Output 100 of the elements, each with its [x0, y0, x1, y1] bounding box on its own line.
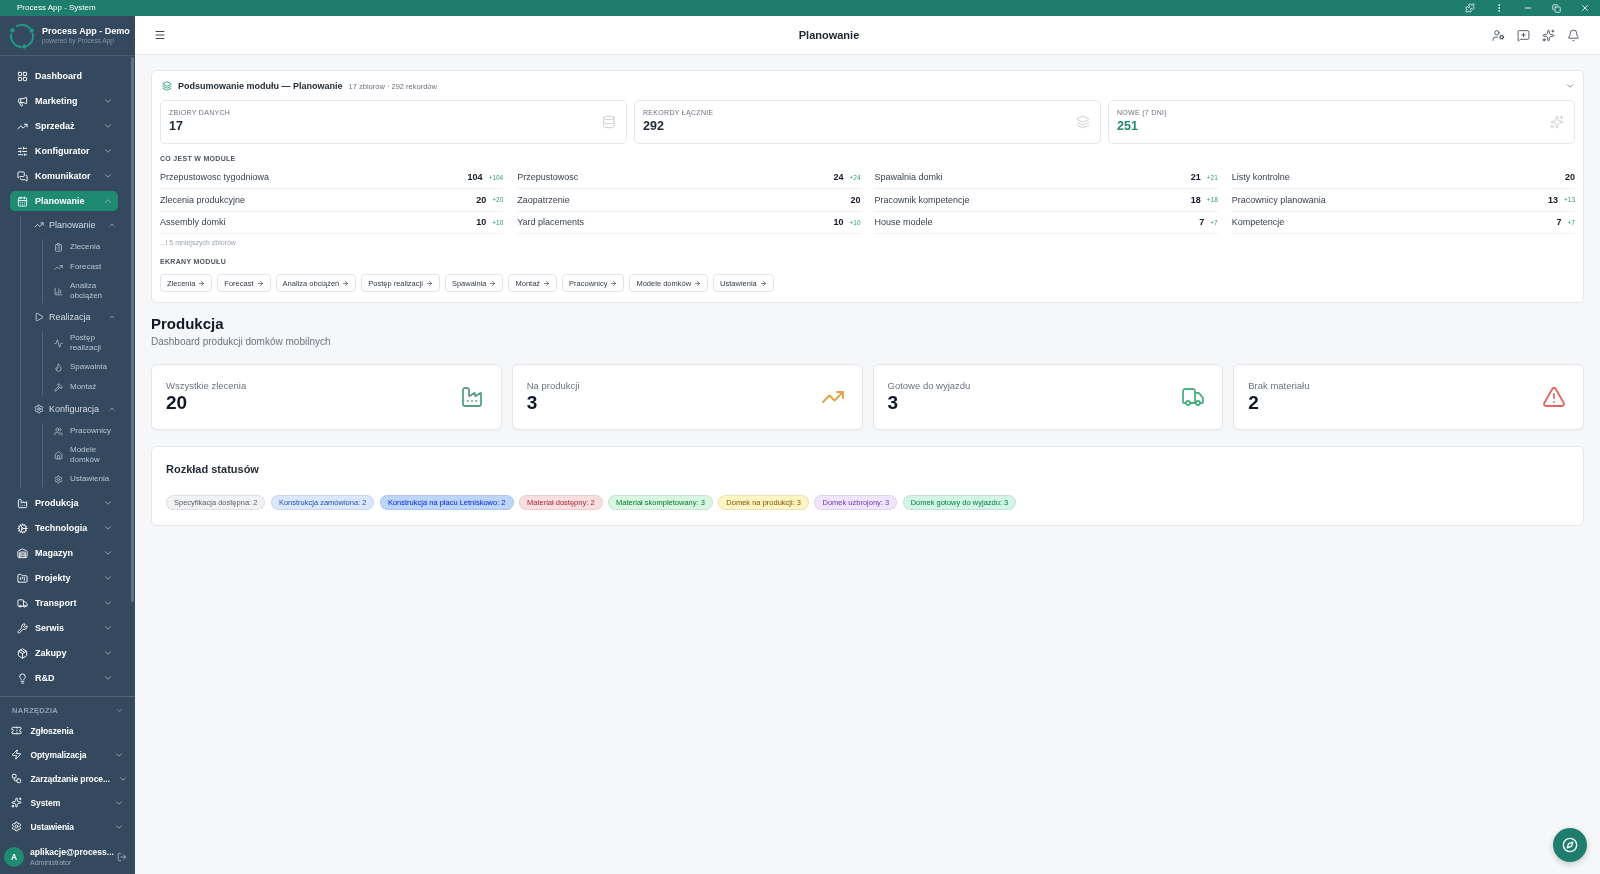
play-icon	[34, 312, 44, 322]
nav-item[interactable]: System	[8, 793, 126, 812]
dataset-name: Przepustowosc tygodniowa	[160, 172, 271, 183]
nav-item[interactable]: Spawalnia	[43, 359, 118, 375]
logout-icon[interactable]	[117, 852, 127, 862]
settings-icon	[54, 474, 63, 484]
nav-item[interactable]: Zarządzanie proce...	[8, 769, 126, 788]
nav-item[interactable]: R&D	[10, 668, 118, 688]
arrow-right-icon	[543, 279, 551, 287]
dataset-name: Zlecenia produkcyjne	[160, 194, 247, 205]
settings-icon	[34, 404, 44, 414]
factory-icon	[17, 497, 28, 509]
chevron-down-icon[interactable]	[103, 146, 113, 156]
kpi-label: Brak materiału	[1248, 380, 1311, 392]
dataset-name: Yard placements	[517, 217, 586, 228]
chevron-down-icon[interactable]	[103, 598, 113, 608]
kpi-label: Wszystkie zlecenia	[166, 380, 248, 392]
floating-action-button[interactable]	[1553, 828, 1587, 862]
sparkles-icon	[1550, 115, 1564, 129]
puzzle-icon[interactable]	[1465, 3, 1475, 13]
dataset-count: 104	[467, 172, 483, 183]
nav-item[interactable]: Technologia	[10, 518, 118, 538]
trend-up-icon	[54, 262, 63, 272]
dataset-count: 10	[476, 217, 487, 228]
bar-chart-icon	[54, 286, 63, 296]
chevron-down-icon[interactable]	[103, 548, 113, 558]
nav-item[interactable]: Zgłoszenia	[8, 721, 126, 740]
chevron-up-icon[interactable]	[108, 405, 116, 413]
nav-item[interactable]: Postęp realizacji	[43, 331, 118, 355]
nav-item[interactable]: Konfiguracja	[21, 400, 118, 418]
chevron-up-icon[interactable]	[103, 196, 113, 206]
chevron-down-icon[interactable]	[103, 498, 113, 508]
chevron-up-icon[interactable]	[108, 221, 116, 229]
chevron-up-icon[interactable]	[108, 313, 116, 321]
nav-item[interactable]: Marketing	[10, 91, 118, 111]
dataset-count: 10	[833, 217, 844, 228]
chevron-down-icon[interactable]	[103, 648, 113, 658]
chevron-down-icon[interactable]	[1565, 81, 1575, 91]
layers-icon	[162, 81, 172, 91]
nav-item[interactable]: Konfigurator	[10, 141, 118, 161]
kpi-value: 2	[1248, 392, 1260, 414]
nav-item[interactable]: Ustawienia	[8, 817, 126, 836]
nav-item[interactable]: Produkcja	[10, 493, 118, 513]
restore-icon[interactable]	[1552, 3, 1561, 13]
nav-item[interactable]: Optymalizacja	[8, 745, 126, 764]
stat-value: 292	[643, 119, 665, 134]
nav-item[interactable]: Zakupy	[10, 643, 118, 663]
nav-item[interactable]: Magazyn	[10, 543, 118, 563]
stat-value: 17	[169, 119, 184, 134]
dataset-name: Przepustowosc	[517, 172, 580, 183]
dataset-count: 20	[850, 194, 861, 205]
nav-item[interactable]: Montaż	[43, 379, 118, 395]
truck-icon	[17, 597, 28, 609]
nav-item[interactable]: Realizacja	[21, 308, 118, 326]
chevron-down-icon[interactable]	[103, 523, 113, 533]
chevron-down-icon[interactable]	[103, 121, 113, 131]
nav-item[interactable]: Komunikator	[10, 166, 118, 186]
chevron-down-icon[interactable]	[103, 673, 113, 683]
database-icon	[602, 115, 616, 129]
card-title: Rozkład statusów	[166, 462, 260, 476]
nav-item[interactable]: Sprzedaż	[10, 116, 118, 136]
pulse-line-icon	[54, 338, 63, 348]
brand-name: Process App - Demo	[42, 26, 130, 37]
dataset-name: Listy kontrolne	[1231, 172, 1291, 183]
chevron-down-icon[interactable]	[103, 573, 113, 583]
nav-item[interactable]: Serwis	[10, 618, 118, 638]
calendar-icon	[17, 195, 28, 207]
arrow-right-icon	[694, 279, 702, 287]
bell-icon[interactable]	[1567, 28, 1580, 42]
message-plus-icon[interactable]	[1517, 28, 1530, 42]
nav-item[interactable]: Zlecenia	[43, 239, 118, 255]
users-icon	[54, 426, 63, 436]
app-logo	[9, 22, 35, 49]
nav-item[interactable]: Analiza obciążeń	[43, 279, 118, 303]
kpi-label: Na produkcji	[526, 380, 581, 392]
nav-item[interactable]: Pracownicy	[43, 423, 118, 439]
menu-icon[interactable]	[154, 29, 166, 41]
nav-item[interactable]: Dashboard	[10, 66, 118, 86]
nav-item[interactable]: Forecast	[43, 259, 118, 275]
arrow-right-icon	[198, 279, 206, 287]
close-icon[interactable]	[1580, 3, 1590, 13]
chevron-down-icon[interactable]	[103, 96, 113, 106]
nav-item[interactable]: Transport	[10, 593, 118, 613]
dataset-count: 13	[1547, 194, 1558, 205]
chevron-down-icon[interactable]	[103, 623, 113, 633]
megaphone-icon	[17, 95, 28, 107]
nav-item[interactable]: Planowanie	[21, 216, 118, 234]
nav-item[interactable]: Planowanie	[10, 191, 118, 211]
chevron-down-icon[interactable]	[103, 171, 113, 181]
dataset-count: 18	[1190, 194, 1201, 205]
nav-item[interactable]: Modele domków	[43, 443, 118, 467]
nav-item[interactable]: Projekty	[10, 568, 118, 588]
scrollbar-thumb[interactable]	[131, 57, 134, 602]
sparkles-icon[interactable]	[1542, 28, 1555, 42]
arrow-right-icon	[759, 279, 767, 287]
arrow-right-icon	[610, 279, 618, 287]
user-cog-icon[interactable]	[1492, 28, 1505, 42]
nav-item[interactable]: Ustawienia	[43, 471, 118, 487]
user-avatar[interactable]: A	[4, 847, 24, 867]
settings-icon	[11, 821, 22, 832]
